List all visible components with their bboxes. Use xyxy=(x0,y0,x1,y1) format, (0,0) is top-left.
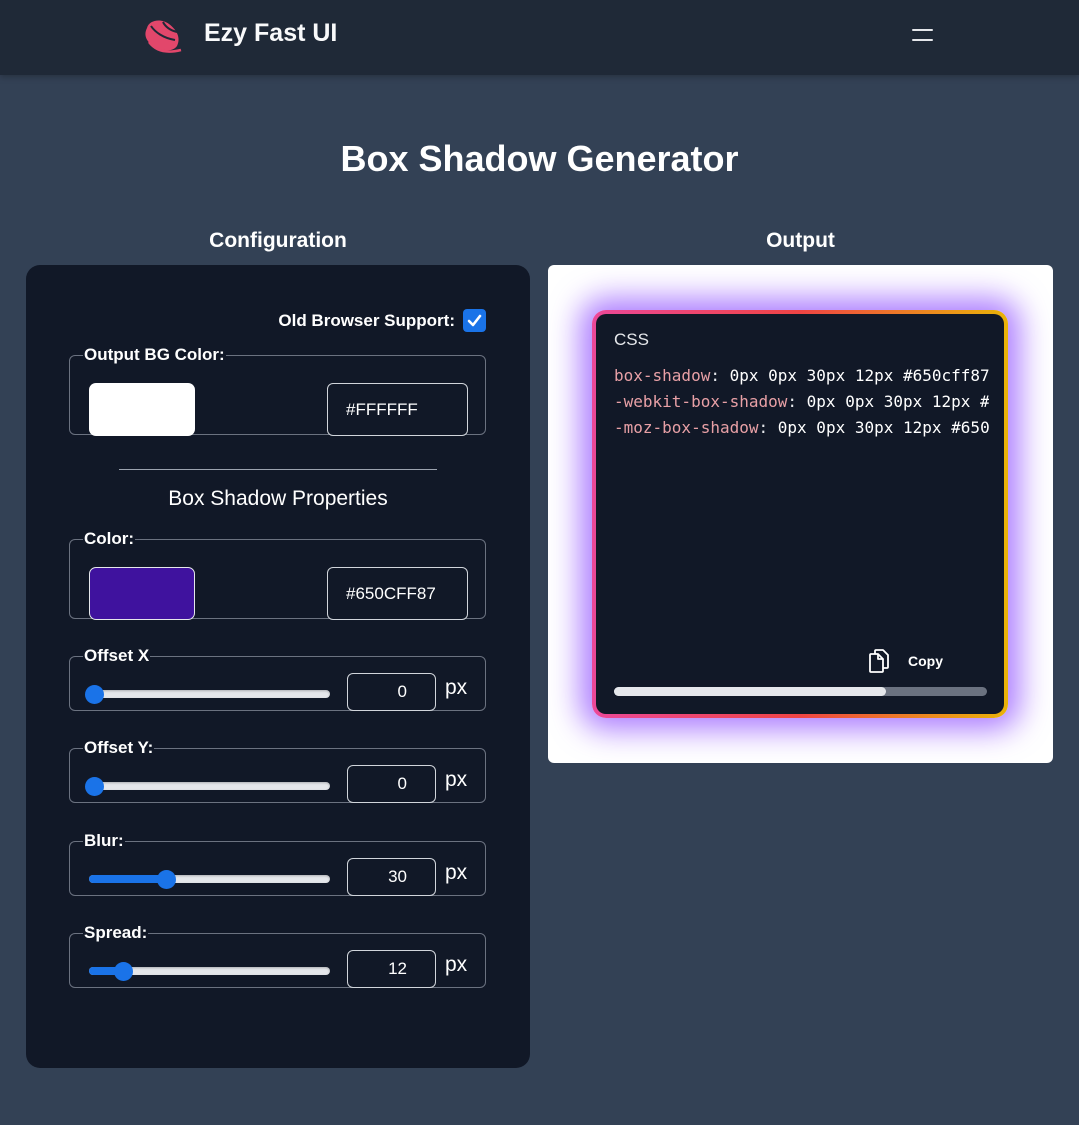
output-heading: Output xyxy=(766,229,835,252)
old-browser-support-checkbox[interactable] xyxy=(463,309,486,332)
blur-slider[interactable] xyxy=(89,870,330,889)
hamburger-menu-icon[interactable] xyxy=(908,24,938,48)
offset-x-legend: Offset X xyxy=(84,646,150,665)
spread-unit: px xyxy=(445,953,468,976)
code-colon: : xyxy=(758,418,769,437)
offset-x-unit: px xyxy=(445,676,468,699)
old-browser-support-label: Old Browser Support: xyxy=(278,310,455,330)
section-divider xyxy=(119,469,437,470)
offset-y-slider[interactable] xyxy=(84,777,330,796)
code-colon: : xyxy=(710,366,720,385)
page-title: Box Shadow Generator xyxy=(340,138,739,179)
old-browser-support-option: Old Browser Support: xyxy=(278,309,486,332)
offset-x-slider-thumb[interactable] xyxy=(84,685,104,704)
spread-slider-thumb[interactable] xyxy=(113,962,133,981)
offset-y-legend: Offset Y: xyxy=(84,738,154,757)
code-property: -moz-box-shadow xyxy=(614,418,759,437)
output-bg-color-group: Output BG Color: #FFFFFF xyxy=(69,345,486,436)
css-code-lines[interactable]: box-shadow: 0px 0px 30px 12px #650cff87;… xyxy=(614,363,989,441)
box-shadow-properties-heading: Box Shadow Properties xyxy=(168,487,388,510)
offset-x-slider[interactable] xyxy=(84,685,330,704)
blur-group: Blur: 30 px xyxy=(69,831,486,896)
shadow-preview-box: CSS box-shadow: 0px 0px 30px 12px #650cf… xyxy=(592,310,1008,718)
spread-group: Spread: 12 px xyxy=(69,923,486,988)
code-line: -webkit-box-shadow: 0px 0px 30px 12px #6… xyxy=(614,389,989,415)
output-bg-color-input[interactable]: #FFFFFF xyxy=(327,383,468,436)
shadow-color-legend: Color: xyxy=(84,529,135,548)
spread-slider[interactable] xyxy=(89,962,330,981)
output-preview-panel: CSS box-shadow: 0px 0px 30px 12px #650cf… xyxy=(548,265,1053,763)
code-property: box-shadow xyxy=(614,366,711,385)
configuration-panel: Old Browser Support: Output BG Color: #F… xyxy=(26,265,530,1068)
blur-slider-fill xyxy=(89,875,167,883)
code-property: -webkit-box-shadow xyxy=(614,392,788,411)
mouse-logo-icon[interactable] xyxy=(141,16,187,56)
copy-button-label: Copy xyxy=(908,653,943,669)
output-bg-color-swatch[interactable] xyxy=(89,383,195,436)
code-value: 0px 0px 30px 12px #650cff87; xyxy=(719,366,989,385)
offset-y-group: Offset Y: 0 px xyxy=(69,738,486,803)
code-value: 0px 0px 30px 12px #650cff87; xyxy=(806,392,989,411)
blur-legend: Blur: xyxy=(84,831,124,850)
code-line: box-shadow: 0px 0px 30px 12px #650cff87; xyxy=(614,363,989,389)
offset-x-input[interactable]: 0 xyxy=(347,673,436,711)
output-bg-color-legend: Output BG Color: xyxy=(84,345,225,364)
shadow-color-swatch[interactable] xyxy=(89,567,195,620)
copy-button[interactable]: Copy xyxy=(868,649,943,673)
code-line: -moz-box-shadow: 0px 0px 30px 12px #650c… xyxy=(614,415,989,441)
offset-x-group: Offset X 0 px xyxy=(69,646,486,711)
shadow-color-group: Color: #650CFF87 xyxy=(69,529,486,620)
code-language-label: CSS xyxy=(614,330,649,349)
spread-legend: Spread: xyxy=(84,923,148,942)
blur-input[interactable]: 30 xyxy=(347,858,436,896)
top-navbar: Ezy Fast UI xyxy=(0,0,1079,75)
offset-y-unit: px xyxy=(445,768,468,791)
offset-y-slider-thumb[interactable] xyxy=(84,777,104,796)
spread-input[interactable]: 12 xyxy=(347,950,436,988)
blur-unit: px xyxy=(445,861,468,884)
blur-slider-thumb[interactable] xyxy=(157,870,177,889)
offset-y-input[interactable]: 0 xyxy=(347,765,436,803)
copy-icon xyxy=(869,649,889,673)
checkmark-icon xyxy=(467,314,482,327)
horizontal-scrollbar[interactable] xyxy=(614,687,987,696)
css-code-block: CSS box-shadow: 0px 0px 30px 12px #650cf… xyxy=(596,314,1004,714)
code-value: 0px 0px 30px 12px #650cff87; xyxy=(777,418,989,437)
code-colon: : xyxy=(787,392,798,411)
configuration-heading: Configuration xyxy=(209,229,347,252)
shadow-color-input[interactable]: #650CFF87 xyxy=(327,567,468,620)
horizontal-scrollbar-thumb[interactable] xyxy=(614,687,887,696)
brand-name[interactable]: Ezy Fast UI xyxy=(204,19,337,48)
